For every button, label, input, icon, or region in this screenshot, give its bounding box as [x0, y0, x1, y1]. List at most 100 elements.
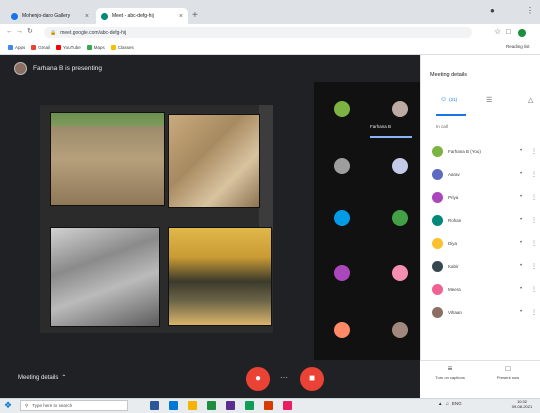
taskbar-app-icon[interactable]	[150, 401, 159, 410]
participant-tile-avatar[interactable]	[392, 265, 408, 281]
participant-row[interactable]: Aarav • ⋮	[432, 164, 538, 184]
participant-row[interactable]: Meera • ⋮	[432, 279, 538, 299]
self-tile-label: Farhana B	[370, 124, 392, 129]
taskbar-clock[interactable]: 10:32 09-08-2021	[508, 399, 536, 409]
shared-screen-edge	[259, 105, 273, 230]
participant-name: Meera	[448, 286, 461, 292]
captions-label: Turn on captions	[435, 375, 465, 380]
camera-off-button[interactable]: ■	[300, 367, 324, 391]
mic-muted-icon[interactable]: •	[517, 217, 525, 223]
taskbar-app-icon[interactable]	[188, 401, 197, 410]
panel-tab-people[interactable]: ☺ (21)	[440, 96, 457, 103]
tab-close-icon[interactable]: ×	[85, 13, 89, 20]
slide-photo-brick-well	[168, 227, 272, 326]
tab-favicon-icon	[11, 12, 18, 20]
mic-muted-icon[interactable]: •	[517, 171, 525, 177]
bookmark-item[interactable]: Classes	[110, 45, 134, 50]
taskbar-app-icon[interactable]	[226, 401, 235, 410]
more-vert-icon[interactable]: ⋮	[530, 309, 538, 316]
participant-row[interactable]: Farhana B (You) • ⋮	[432, 141, 538, 161]
extension-icon[interactable]: □	[506, 27, 511, 37]
more-options-icon[interactable]: ⋯	[280, 373, 288, 382]
bookmark-item[interactable]: Gmail	[31, 45, 50, 50]
panel-tab-activities[interactable]: △	[528, 96, 533, 104]
bookmark-label: YouTube	[63, 45, 81, 50]
present-now-button[interactable]: □ Present now	[486, 364, 530, 380]
mic-muted-icon[interactable]: •	[517, 263, 525, 269]
participant-row[interactable]: Kabir • ⋮	[432, 256, 538, 276]
browser-tab[interactable]: Mohenjo-daro Gallery ×	[6, 8, 94, 24]
panel-title: Meeting details	[430, 72, 467, 78]
bookmark-icon	[8, 45, 13, 50]
camera-off-icon: ■	[308, 373, 316, 384]
mic-muted-icon[interactable]: •	[517, 309, 525, 315]
new-tab-button[interactable]: +	[192, 10, 198, 22]
mic-off-button[interactable]: ●	[246, 367, 270, 391]
browser-tab-active[interactable]: Meet - abc-defg-hij ×	[96, 8, 188, 24]
more-vert-icon[interactable]: ⋮	[530, 217, 538, 224]
panel-tab-chat[interactable]: ☰	[486, 96, 492, 104]
meeting-details-button[interactable]: Meeting details ⌃	[18, 374, 66, 382]
presenter-text: Farhana B is presenting	[33, 65, 103, 72]
more-vert-icon[interactable]: ⋮	[530, 263, 538, 270]
participant-row[interactable]: Vihaan • ⋮	[432, 302, 538, 322]
bookmark-item[interactable]: Maps	[86, 45, 105, 50]
taskbar-search-box[interactable]: ⚲ Type here to search	[20, 400, 128, 411]
taskbar-app-icon[interactable]	[207, 401, 216, 410]
language-indicator[interactable]: ENG	[452, 401, 462, 406]
bookmark-item[interactable]: Apps	[8, 45, 25, 50]
participant-tile-avatar[interactable]	[334, 322, 350, 338]
panel-subheading: In call	[436, 124, 448, 129]
participant-avatar	[432, 306, 443, 318]
bookmark-icon	[110, 45, 116, 50]
more-vert-icon[interactable]: ⋮	[530, 148, 538, 155]
bookmark-icon	[86, 45, 92, 50]
participant-tile-avatar[interactable]	[392, 322, 408, 338]
more-vert-icon[interactable]: ⋮	[530, 171, 538, 178]
participant-tile-avatar[interactable]	[334, 158, 350, 174]
taskbar-app-icon[interactable]	[283, 401, 292, 410]
participant-tile-avatar[interactable]	[334, 101, 350, 117]
participant-row[interactable]: Rohan • ⋮	[432, 210, 538, 230]
volume-icon[interactable]: ♫	[445, 401, 448, 406]
reload-icon[interactable]: ↻	[27, 28, 33, 36]
back-arrow-icon[interactable]: ←	[6, 28, 13, 36]
url-text: meet.google.com/abc-defg-hij	[60, 29, 127, 36]
participant-row[interactable]: Diya • ⋮	[432, 233, 538, 253]
participant-tile-avatar[interactable]	[392, 210, 408, 226]
participant-name: Farhana B (You)	[448, 148, 481, 154]
participant-tile-avatar[interactable]	[334, 210, 350, 226]
reading-list-link[interactable]: Reading list	[506, 44, 530, 49]
slide-photo-ruins-aerial	[50, 227, 160, 327]
more-vert-icon[interactable]: ⋮	[530, 240, 538, 247]
address-bar[interactable]: 🔒 meet.google.com/abc-defg-hij	[44, 27, 472, 38]
tab-close-icon[interactable]: ×	[179, 13, 183, 20]
participant-row[interactable]: Priya • ⋮	[432, 187, 538, 207]
bookmark-item[interactable]: YouTube	[56, 45, 81, 50]
captions-button[interactable]: ≡ Turn on captions	[428, 364, 472, 380]
mic-muted-icon[interactable]: •	[517, 240, 525, 246]
more-vert-icon[interactable]: ⋮	[530, 286, 538, 293]
participant-tile-avatar[interactable]	[392, 158, 408, 174]
forward-arrow-icon[interactable]: →	[16, 28, 23, 36]
self-tile-highlight	[370, 136, 412, 138]
windows-start-icon[interactable]: ❖	[4, 400, 12, 411]
window-more-icon[interactable]: ⋮	[526, 7, 534, 15]
participant-avatar	[432, 168, 443, 180]
participant-avatar	[432, 283, 443, 295]
mic-muted-icon[interactable]: •	[517, 148, 525, 154]
mic-muted-icon[interactable]: •	[517, 194, 525, 200]
tab-search-icon[interactable]: ●	[490, 7, 495, 15]
bookmark-star-icon[interactable]: ☆	[494, 27, 501, 37]
network-icon[interactable]: ▲	[438, 401, 442, 406]
taskbar-app-icon[interactable]	[169, 401, 178, 410]
taskbar-app-icon[interactable]	[264, 401, 273, 410]
participant-tile-avatar[interactable]	[392, 101, 408, 117]
tab-title: Mohenjo-daro Gallery	[22, 13, 71, 19]
present-icon: □	[505, 364, 511, 373]
mic-muted-icon[interactable]: •	[517, 286, 525, 292]
participant-tile-avatar[interactable]	[334, 265, 350, 281]
profile-avatar[interactable]	[518, 29, 526, 37]
more-vert-icon[interactable]: ⋮	[530, 194, 538, 201]
taskbar-app-icon[interactable]	[245, 401, 254, 410]
